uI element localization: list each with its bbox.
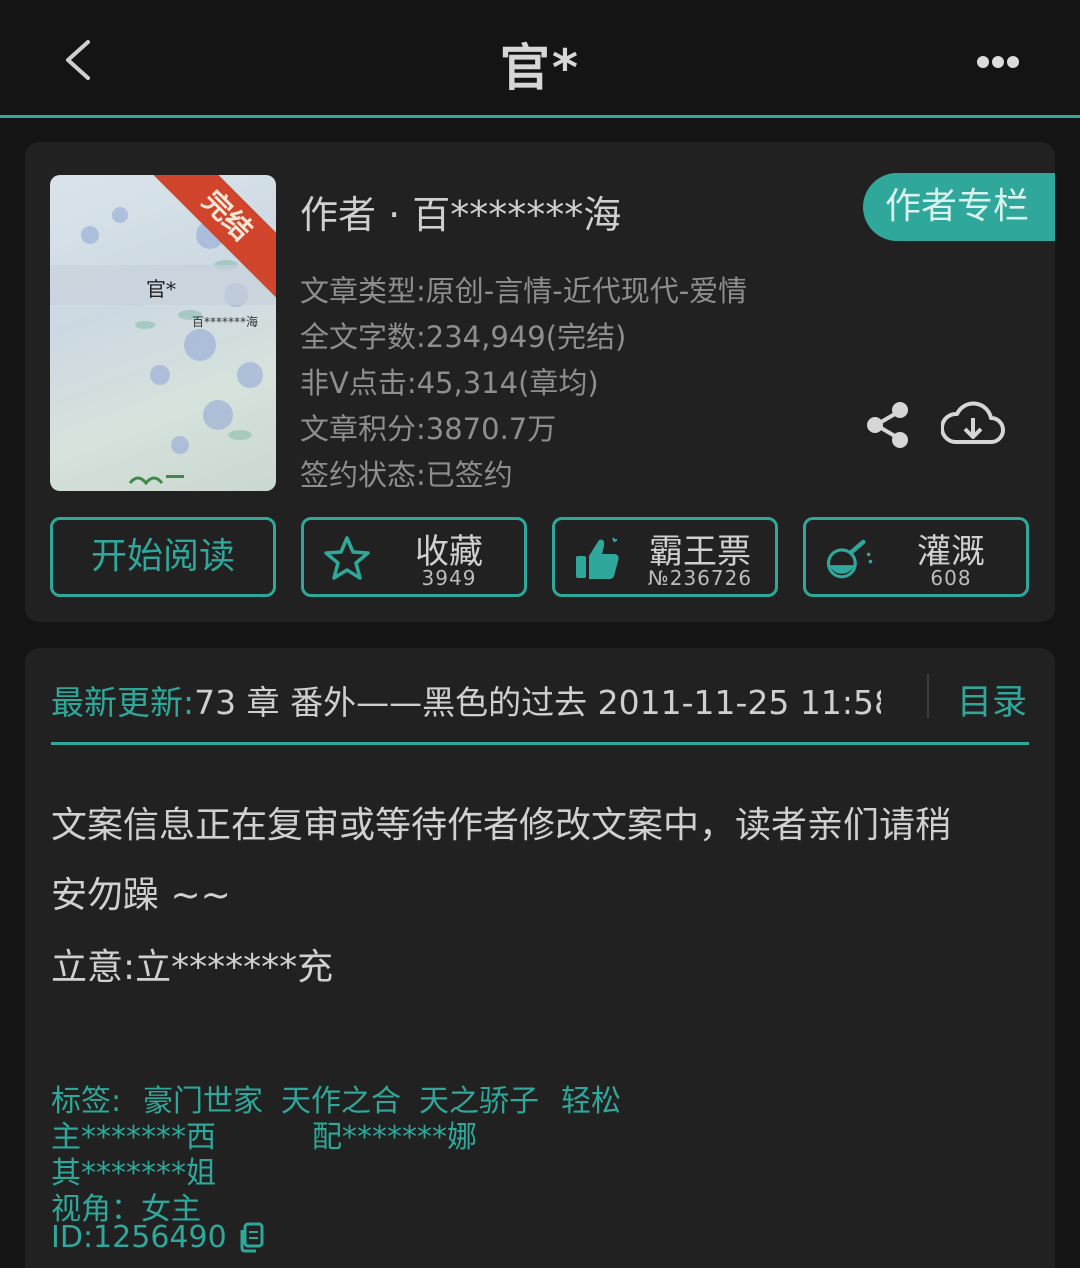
supporting-text: 配*******娜 (312, 1120, 477, 1155)
publisher-logo-icon (128, 475, 184, 485)
horizontal-divider (51, 742, 1029, 745)
author-name[interactable]: 作者 · 百*******海 (300, 184, 621, 239)
info-contract: 签约状态:已签约 (300, 458, 513, 492)
book-cover[interactable]: 官* 百*******海 完结 (50, 175, 276, 491)
favorite-count: 3949 (421, 566, 477, 590)
description-line-1: 文案信息正在复审或等待作者修改文案中，读者亲们请稍 (51, 805, 952, 846)
water-button[interactable]: 灌溉 608 (803, 517, 1029, 597)
more-dots-icon (977, 56, 1019, 68)
star-icon (324, 536, 370, 580)
book-info-card: 官* 百*******海 完结 作者 · 百*******海 作者专栏 文章类型… (25, 142, 1055, 622)
author-column-button[interactable]: 作者专栏 (863, 173, 1055, 241)
info-type: 文章类型:原创-言情-近代现代-爱情 (300, 274, 748, 308)
start-reading-button[interactable]: 开始阅读 (50, 517, 276, 597)
table-of-contents-button[interactable]: 目录 (957, 674, 1027, 725)
latest-update-label: 最新更新: (51, 683, 195, 718)
info-word-count: 全文字数:234,949(完结) (300, 320, 627, 354)
info-score: 文章积分:3870.7万 (300, 412, 557, 446)
share-icon[interactable] (863, 400, 913, 450)
book-id: ID:1256490 (51, 1220, 227, 1255)
latest-update[interactable]: 最新更新:73 章 番外——黑色的过去 2011-11-25 11:58 (51, 676, 881, 718)
cover-title: 官* (146, 277, 176, 301)
thumbs-up-icon (576, 537, 619, 579)
water-count: 608 (930, 566, 972, 590)
theme-text: 立意:立*******充 (51, 947, 334, 988)
latest-update-text: 73 章 番外——黑色的过去 2011-11-25 11:58 (194, 683, 881, 718)
top-bar: 官* (0, 0, 1080, 118)
copy-icon[interactable] (237, 1222, 265, 1254)
more-button[interactable] (974, 44, 1022, 80)
cover-author: 百*******海 (192, 315, 259, 329)
description-line-2: 安勿躁 ~~ (51, 875, 231, 916)
page-title: 官* (499, 39, 581, 97)
favorite-button[interactable]: 收藏 3949 (301, 517, 527, 597)
watering-flask-icon (826, 539, 873, 579)
vote-count: №236726 (647, 566, 753, 590)
tag-item[interactable]: 轻松 (561, 1076, 621, 1120)
info-clicks: 非Ⅴ点击:45,314(章均) (300, 366, 599, 400)
vertical-divider (927, 674, 929, 718)
download-cloud-icon[interactable] (941, 398, 1005, 452)
vote-button[interactable]: 霸王票 №236726 (552, 517, 778, 597)
book-detail-card: 最新更新:73 章 番外——黑色的过去 2011-11-25 11:58 目录 … (25, 648, 1055, 1268)
